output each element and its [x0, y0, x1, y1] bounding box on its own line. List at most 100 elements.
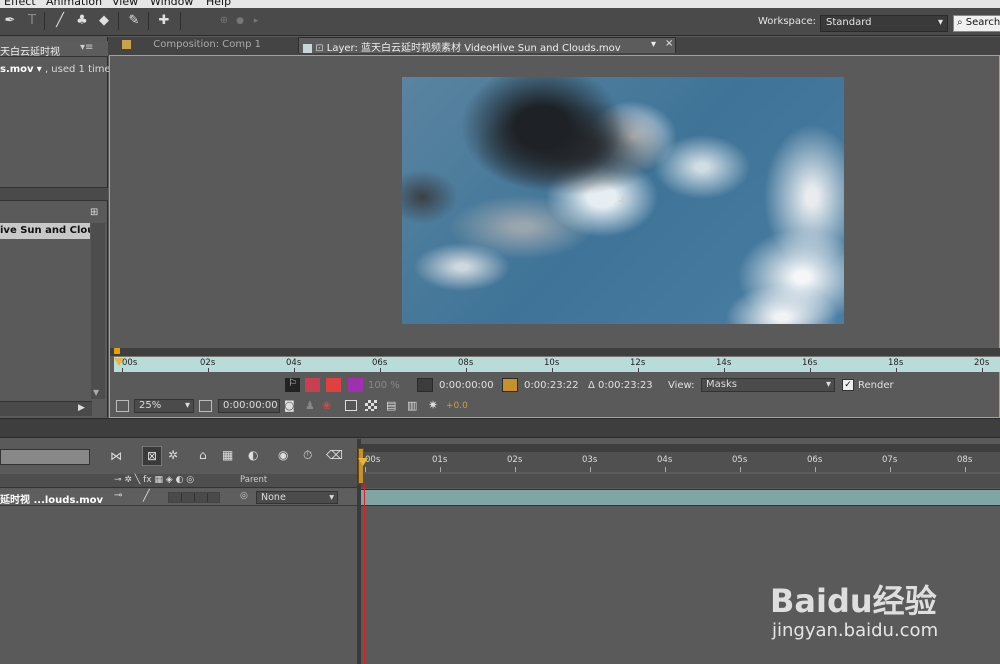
menu-animation[interactable]: Animation: [46, 0, 102, 8]
item-info: s.mov ▾ , used 1 time: [0, 64, 111, 75]
show-channel-icon[interactable]: ⚐: [285, 378, 300, 392]
eraser-tool-icon[interactable]: ◆: [94, 11, 114, 31]
safe-margins-icon[interactable]: [199, 400, 212, 412]
timeline-time-ruler[interactable]: 00s 01s 02s 03s 04s 05s 06s 07s 08s: [361, 452, 1000, 472]
opacity-value: 100 %: [368, 380, 400, 391]
always-preview-icon[interactable]: [116, 400, 129, 412]
channels-icon[interactable]: ❀: [322, 399, 331, 412]
layer-ruler-tick-label: 14s: [716, 358, 732, 368]
exposure-icon[interactable]: ✷: [428, 398, 438, 412]
motion-blur-icon[interactable]: ◐: [248, 448, 258, 462]
axis-icon[interactable]: ▸: [246, 11, 266, 31]
pen-tool-icon[interactable]: ✒: [0, 11, 20, 31]
type-tool-icon[interactable]: T: [22, 11, 42, 31]
timeline-ruler-tick-label: 04s: [657, 455, 673, 465]
frame-blending-icon[interactable]: ▦: [222, 448, 233, 462]
menu-window[interactable]: Window: [150, 0, 193, 8]
video-preview[interactable]: ✛: [402, 77, 844, 324]
quality-switch-icon[interactable]: ╱: [143, 489, 150, 502]
render-label: Render: [858, 380, 894, 391]
layer-ruler-tick-label: 04s: [286, 358, 302, 368]
layer-switches[interactable]: [168, 492, 220, 503]
tab-layer[interactable]: ⊡ Layer: 蓝天白云延时视频素材 VideoHive Sun and Cl…: [298, 37, 676, 54]
timeline-search-input[interactable]: [0, 449, 90, 465]
magnification-select[interactable]: 25% ▾: [134, 399, 194, 413]
timeline-ruler-tick-label: 02s: [507, 455, 523, 465]
current-time-field[interactable]: 0:00:00:00: [218, 399, 280, 413]
parent-value: None: [261, 492, 286, 503]
panel-menu-icon[interactable]: ▾≡: [80, 42, 93, 53]
color-swatch-icon[interactable]: [348, 378, 363, 392]
tab-menu-icon[interactable]: ▾: [651, 39, 656, 50]
workspace-select[interactable]: Standard ▾: [820, 15, 948, 32]
shy-switch-icon[interactable]: ⊸: [114, 490, 122, 501]
view-value: Masks: [706, 379, 737, 390]
menu-view[interactable]: View: [112, 0, 138, 8]
shy-layers-icon[interactable]: ⌂: [199, 448, 207, 462]
project-scrollbar[interactable]: ▼: [91, 223, 105, 399]
scroll-right-icon[interactable]: ▶: [78, 403, 85, 413]
layer-playhead[interactable]: [114, 348, 124, 372]
brainstorm-icon[interactable]: ◉: [278, 448, 288, 462]
roto-brush-tool-icon[interactable]: ✎: [124, 11, 144, 31]
set-out-point-icon[interactable]: [502, 378, 518, 392]
fast-previews-icon[interactable]: ▥: [407, 399, 417, 412]
3d-view-icon[interactable]: ▤: [386, 399, 396, 412]
composition-mini-flowchart-icon[interactable]: ⋈: [110, 449, 122, 463]
transparency-grid-icon[interactable]: [365, 400, 377, 411]
show-snapshot-icon[interactable]: ♟: [305, 399, 315, 412]
layer-ruler-tick-label: 20s: [974, 358, 990, 368]
search-help-input[interactable]: ⌕ Search: [953, 15, 1000, 32]
project-list-item[interactable]: ive Sun and Cloud: [0, 223, 90, 239]
layer-name[interactable]: 延时视 ...louds.mov: [0, 491, 103, 506]
exposure-value[interactable]: +0.0: [446, 401, 468, 411]
tab-composition-label: Composition: Comp 1: [153, 39, 261, 50]
pick-whip-icon[interactable]: ◎: [240, 491, 248, 501]
layer-columns-header: ⊸ ✲ ╲ fx ▦ ◈ ◐ ◎ Parent: [0, 474, 357, 488]
layer-ruler-tick-label: 08s: [458, 358, 474, 368]
menu-effect[interactable]: Effect: [4, 0, 36, 8]
chevron-down-icon: ▾: [937, 17, 943, 28]
project-tab[interactable]: 天白云延时视: [0, 43, 60, 58]
draft-3d-icon[interactable]: ✲: [168, 448, 178, 462]
clone-stamp-tool-icon[interactable]: ♣: [72, 11, 92, 31]
layer-ruler-tick-label: 16s: [802, 358, 818, 368]
timeline-ruler-tick-label: 07s: [882, 455, 898, 465]
layer-ruler-tick-label: 12s: [630, 358, 646, 368]
timeline-playhead[interactable]: [358, 448, 368, 488]
brush-tool-icon[interactable]: ╱: [50, 11, 70, 31]
layer-time-ruler[interactable]: 00s 02s 04s 06s 08s 10s 12s 14s 16s 18s 20s: [114, 356, 1000, 372]
flowchart-icon[interactable]: ⊞: [90, 207, 106, 221]
project-panel: 天白云延时视 ▾≡ s.mov ▾ , used 1 time ⊞ ive Su…: [0, 37, 111, 417]
layer-ruler-tick-label: 10s: [544, 358, 560, 368]
set-in-point-icon[interactable]: [417, 378, 433, 392]
current-time-indicator-line: [364, 484, 365, 664]
close-icon[interactable]: ×: [665, 38, 673, 49]
view-select[interactable]: Masks ▾: [701, 378, 835, 392]
region-of-interest-icon[interactable]: [345, 400, 357, 411]
anchor-point-icon[interactable]: ✛: [618, 195, 627, 208]
tab-composition[interactable]: Composition: Comp 1: [118, 38, 265, 54]
layer-duration-bar[interactable]: [361, 489, 1000, 506]
render-checkbox[interactable]: ✓: [842, 379, 854, 391]
live-update-icon[interactable]: ⊠: [142, 446, 162, 466]
menu-help[interactable]: Help: [206, 0, 231, 8]
scroll-down-icon[interactable]: ▼: [93, 388, 99, 397]
out-point-time[interactable]: 0:00:23:22: [524, 380, 579, 391]
watermark-logo: Baidu经验: [770, 582, 937, 620]
channel-rgb-icon[interactable]: [305, 378, 320, 392]
snapshot-icon[interactable]: ◙: [284, 399, 295, 412]
auto-keyframe-icon[interactable]: ⏱: [303, 448, 312, 463]
parent-select[interactable]: None ▾: [256, 491, 338, 504]
layer-row[interactable]: 延时视 ...louds.mov ⊸ ╱ ◎ None ▾: [0, 489, 357, 506]
work-area-bar[interactable]: [361, 444, 1000, 452]
puppet-pin-tool-icon[interactable]: ✚: [154, 11, 174, 31]
duration-value: Δ 0:00:23:23: [588, 380, 653, 391]
in-point-time[interactable]: 0:00:00:00: [439, 380, 494, 391]
item-usage: , used 1 time: [44, 64, 111, 75]
search-icon: ⌕: [957, 17, 963, 28]
channel-red-icon[interactable]: [326, 378, 341, 392]
graph-editor-icon[interactable]: ⌫: [326, 448, 343, 462]
timeline-ruler-tick-label: 06s: [807, 455, 823, 465]
parent-column-header: Parent: [240, 475, 268, 485]
